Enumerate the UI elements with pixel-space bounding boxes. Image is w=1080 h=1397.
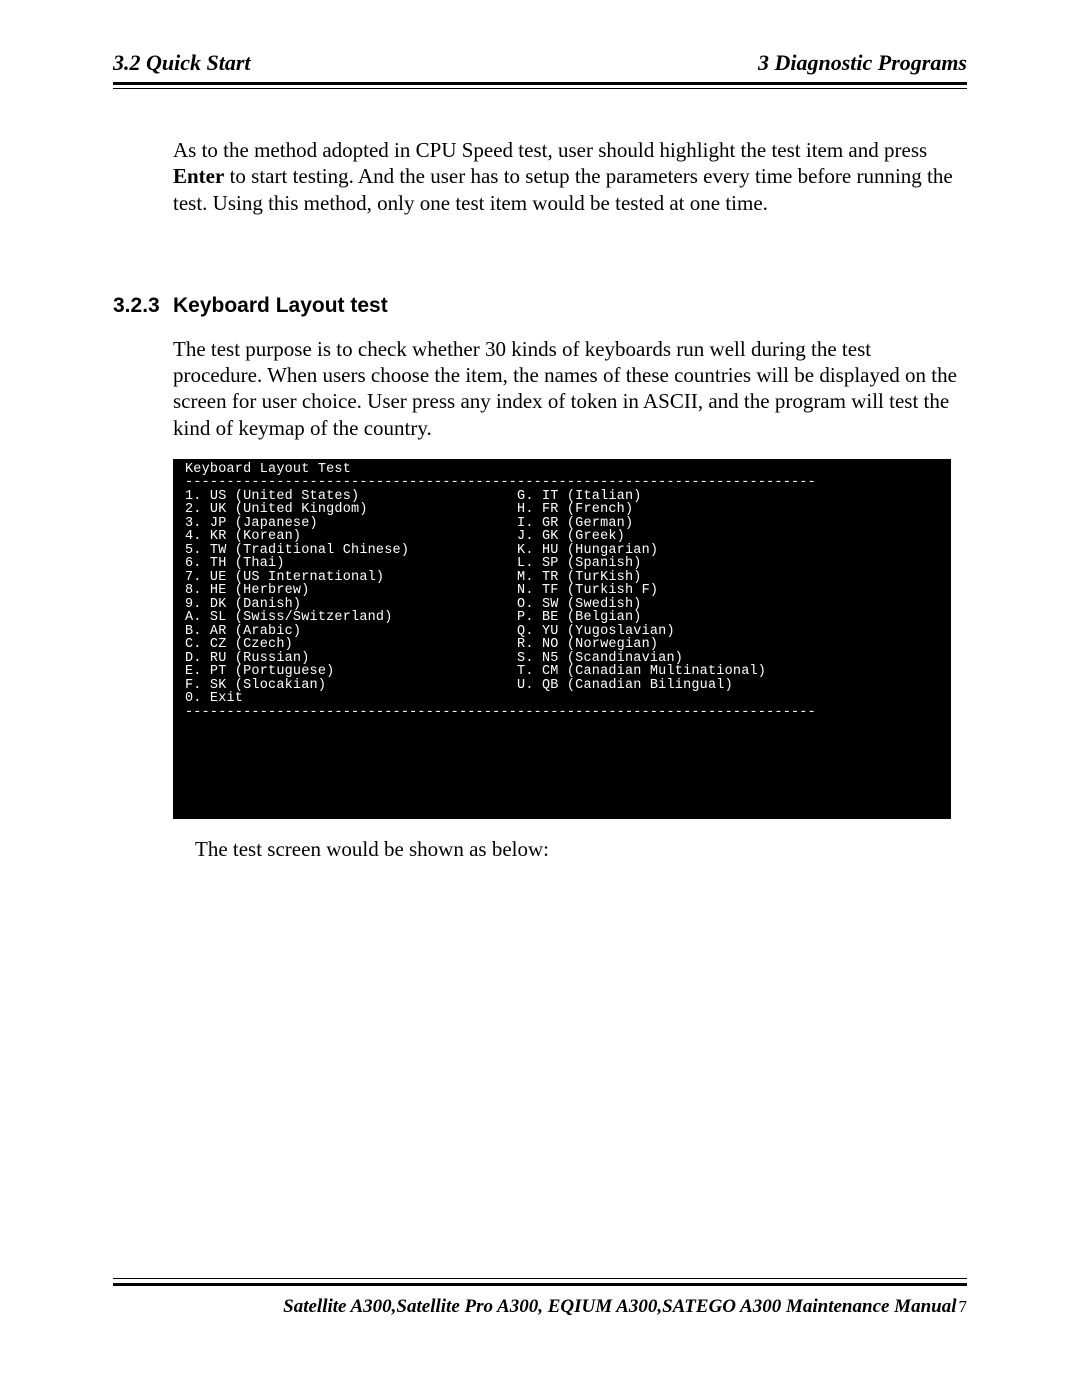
body-content: As to the method adopted in CPU Speed te…	[113, 137, 967, 862]
footer-rule-thick	[113, 1283, 967, 1286]
footer-title: Satellite A300,Satellite Pro A300, EQIUM…	[283, 1296, 956, 1317]
page-content: 3.2 Quick Start 3 Diagnostic Programs As…	[113, 50, 967, 862]
section-number: 3.2.3	[113, 294, 173, 318]
intro-text-c: to start testing. And the user has to se…	[173, 164, 953, 214]
section-title: Keyboard Layout test	[173, 294, 388, 317]
footer-page-number: 7	[959, 1297, 968, 1316]
footer-text: Satellite A300,Satellite Pro A300, EQIUM…	[113, 1296, 967, 1318]
header-right: 3 Diagnostic Programs	[758, 50, 967, 76]
after-paragraph: The test screen would be shown as below:	[195, 837, 967, 862]
intro-enter: Enter	[173, 164, 224, 188]
intro-paragraph: As to the method adopted in CPU Speed te…	[173, 137, 953, 216]
section-paragraph: The test purpose is to check whether 30 …	[173, 336, 963, 441]
terminal-text: Keyboard Layout Test -------------------…	[173, 459, 951, 720]
intro-text-a: As to the method adopted in CPU Speed te…	[173, 138, 927, 162]
header-left: 3.2 Quick Start	[113, 50, 251, 76]
terminal-screenshot: Keyboard Layout Test -------------------…	[173, 459, 951, 819]
page-footer: Satellite A300,Satellite Pro A300, EQIUM…	[113, 1278, 967, 1318]
section-heading: 3.2.3Keyboard Layout test	[113, 294, 967, 318]
page-header: 3.2 Quick Start 3 Diagnostic Programs	[113, 50, 967, 85]
